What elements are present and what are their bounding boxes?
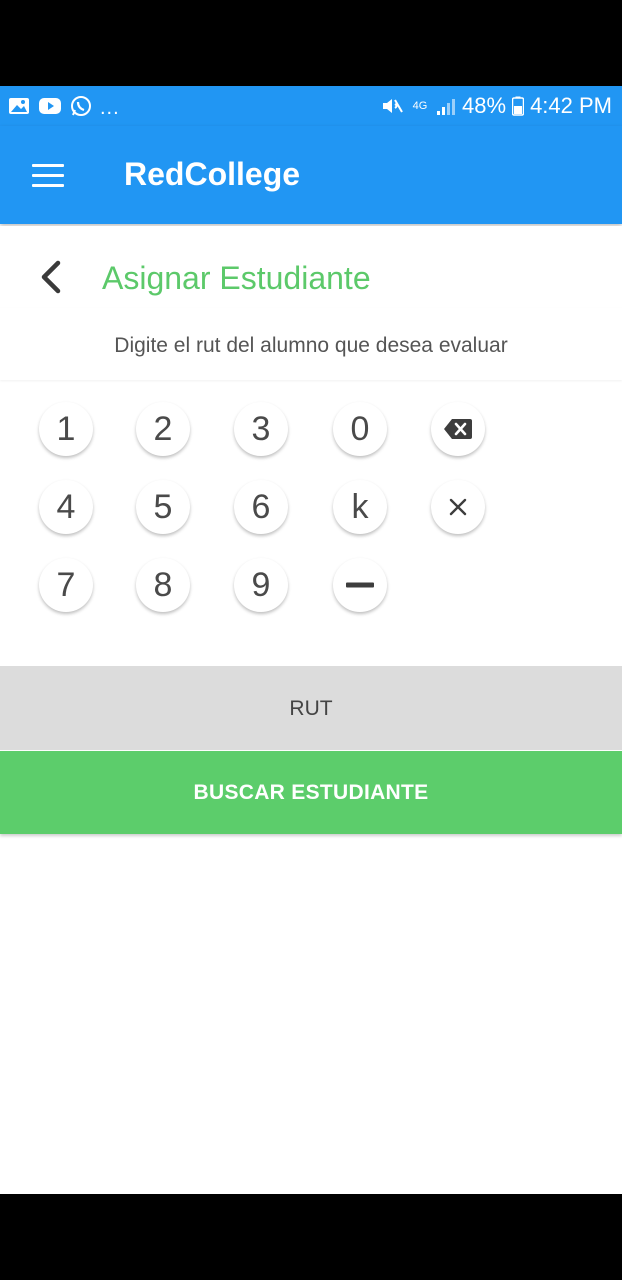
rut-keypad: 1 2 3 0 4 5 6 k 7 8 9 xyxy=(0,380,622,664)
key-3[interactable]: 3 xyxy=(234,402,288,456)
page-header: Asignar Estudiante xyxy=(0,226,622,308)
chevron-left-icon xyxy=(41,260,61,294)
clock: 4:42 PM xyxy=(530,93,612,118)
app-title: RedCollege xyxy=(124,156,301,192)
network-label: 4G xyxy=(412,100,428,112)
key-8[interactable]: 8 xyxy=(136,558,190,612)
gallery-icon xyxy=(8,96,30,116)
back-button[interactable] xyxy=(36,258,66,298)
network-4g-icon: 4G xyxy=(410,100,430,112)
clear-button[interactable] xyxy=(431,480,485,534)
key-k[interactable]: k xyxy=(333,480,387,534)
clear-icon xyxy=(449,498,467,516)
search-student-label: BUSCAR ESTUDIANTE xyxy=(193,781,429,804)
app-bar: RedCollege xyxy=(0,126,622,224)
rut-placeholder: RUT xyxy=(289,697,333,720)
app-screen: ... 4G 48% 4:42 PM RedCollege Asignar Es… xyxy=(0,86,622,1194)
bottom-letterbox xyxy=(0,1194,622,1280)
backspace-icon xyxy=(444,419,472,439)
status-bar-system: 4G 48% 4:42 PM xyxy=(380,92,612,120)
dash-button[interactable] xyxy=(333,558,387,612)
status-bar-notifications: ... xyxy=(8,94,120,119)
top-letterbox xyxy=(0,0,622,86)
mute-icon xyxy=(380,95,404,117)
backspace-button[interactable] xyxy=(431,402,485,456)
hamburger-menu-icon[interactable] xyxy=(30,162,68,190)
instruction-text: Digite el rut del alumno que desea evalu… xyxy=(114,334,508,357)
key-6[interactable]: 6 xyxy=(234,480,288,534)
signal-icon xyxy=(436,96,456,116)
youtube-icon xyxy=(38,97,62,115)
page-title: Asignar Estudiante xyxy=(102,260,371,296)
battery-percent: 48% xyxy=(462,93,507,118)
dash-icon xyxy=(346,582,374,588)
key-4[interactable]: 4 xyxy=(39,480,93,534)
key-1[interactable]: 1 xyxy=(39,402,93,456)
more-notifications: ... xyxy=(100,96,120,119)
status-bar: ... 4G 48% 4:42 PM xyxy=(0,86,622,126)
key-2[interactable]: 2 xyxy=(136,402,190,456)
key-0[interactable]: 0 xyxy=(333,402,387,456)
instruction-row: Digite el rut del alumno que desea evalu… xyxy=(0,308,622,380)
whatsapp-icon xyxy=(70,95,92,117)
key-9[interactable]: 9 xyxy=(234,558,288,612)
key-5[interactable]: 5 xyxy=(136,480,190,534)
search-student-button[interactable]: BUSCAR ESTUDIANTE xyxy=(0,751,622,834)
rut-display-field[interactable]: RUT xyxy=(0,666,622,750)
battery-icon xyxy=(512,96,525,116)
key-7[interactable]: 7 xyxy=(39,558,93,612)
